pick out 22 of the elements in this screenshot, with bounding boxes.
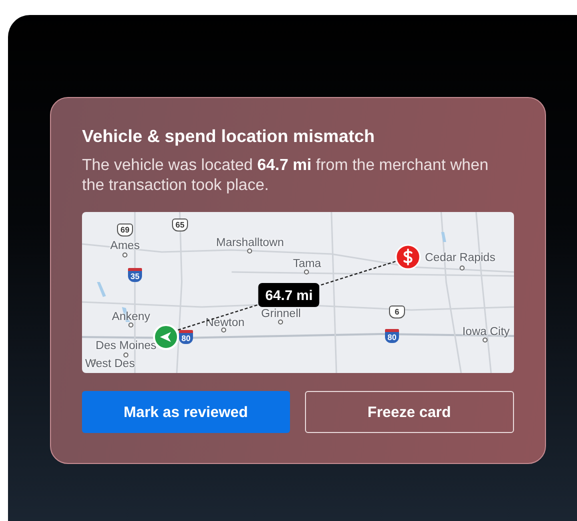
place-label: Cedar Rapids <box>425 252 496 264</box>
route-shield: 80 <box>179 330 193 344</box>
dollar-marker-icon[interactable] <box>395 244 421 270</box>
alert-title: Vehicle & spend location mismatch <box>82 125 376 148</box>
route-shield: 35 <box>128 268 142 282</box>
place-label: West Des <box>85 358 135 370</box>
place-label: Ankeny <box>112 311 150 323</box>
alert-message: The vehicle was located 64.7 mi from the merchant when the transaction took place. <box>82 156 490 196</box>
place-label: Iowa City <box>462 326 510 338</box>
freeze-button[interactable]: Freeze card <box>304 391 514 433</box>
route-shield: 69 <box>117 224 133 236</box>
place-label: Marshalltown <box>216 237 284 249</box>
distance-label: 64.7 mi <box>258 283 320 307</box>
place-label: Des Moines <box>96 340 156 352</box>
route-shield: 80 <box>385 329 399 343</box>
place-label: Newton <box>206 317 244 329</box>
place-label: Ames <box>110 240 140 252</box>
review-button[interactable]: Mark as reviewed <box>82 391 290 433</box>
route-shield: 6 <box>389 306 405 318</box>
place-label: Tama <box>292 258 322 270</box>
route-shield: 65 <box>172 218 188 232</box>
place-label: Grinnell <box>261 308 301 320</box>
